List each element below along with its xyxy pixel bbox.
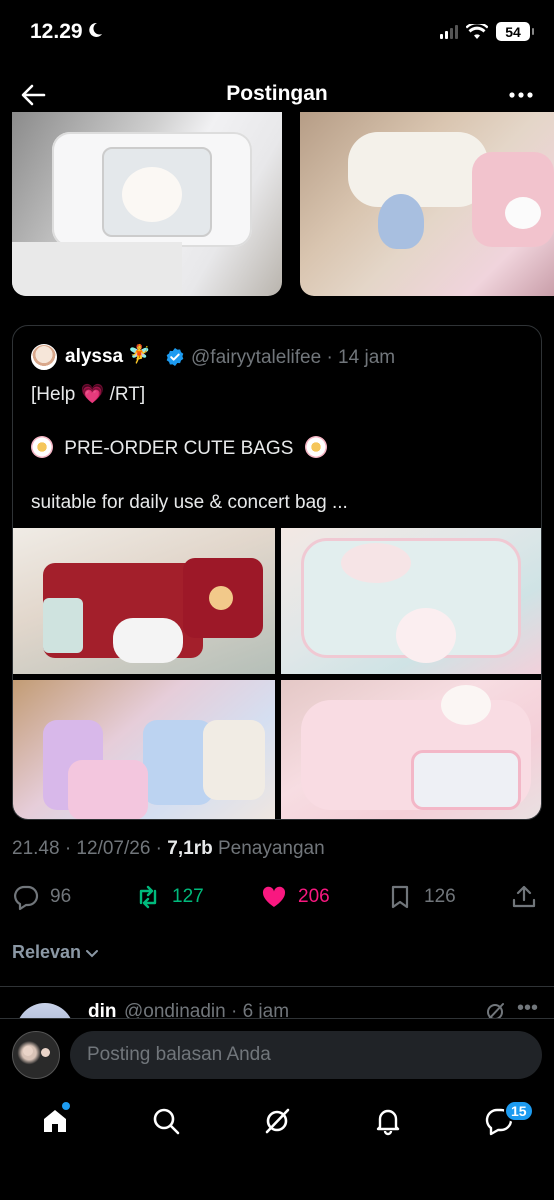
page-title: Postingan xyxy=(226,82,328,105)
quoted-media-grid xyxy=(13,528,541,819)
reply-action[interactable]: 96 xyxy=(12,883,71,911)
home-notification-dot xyxy=(62,1102,70,1110)
chevron-down-icon xyxy=(86,949,99,957)
bell-icon xyxy=(376,1109,400,1136)
quoted-author-handle: @fairyytalelifee · 14 jam xyxy=(191,347,396,368)
sort-label: Relevan xyxy=(12,942,82,962)
tab-home[interactable] xyxy=(40,1106,72,1138)
fairy-emoji: 🧚 xyxy=(128,344,151,364)
flower-emoji xyxy=(304,436,327,458)
share-icon xyxy=(512,885,536,908)
search-icon xyxy=(153,1108,180,1135)
current-user-avatar[interactable] xyxy=(12,1031,60,1079)
bottom-tab-bar: 15 xyxy=(0,1092,554,1200)
share-action[interactable] xyxy=(510,883,538,911)
cellular-signal-icon xyxy=(440,24,458,39)
like-action[interactable]: 206 xyxy=(260,883,330,911)
status-time: 12.29 xyxy=(30,20,103,44)
more-options-button[interactable] xyxy=(506,80,536,110)
repost-icon xyxy=(139,885,157,909)
views-count: 7,1rb xyxy=(167,838,213,859)
post-photo-1[interactable] xyxy=(12,112,282,296)
quoted-photo-2[interactable] xyxy=(281,528,541,674)
reply-input[interactable] xyxy=(70,1031,542,1079)
line1-suffix: /RT] xyxy=(104,384,146,405)
post-photo-2[interactable] xyxy=(300,112,554,296)
repost-action[interactable]: 127 xyxy=(134,883,204,911)
preorder-text: PRE-ORDER CUTE BAGS xyxy=(64,438,294,459)
views-label: Penayangan xyxy=(212,838,325,859)
quoted-text-line-2: PRE-ORDER CUTE BAGS xyxy=(31,436,327,460)
quoted-text-line-3: suitable for daily use & concert bag ... xyxy=(31,492,348,513)
more-horizontal-icon xyxy=(509,92,533,98)
post-meta: 21.48 · 12/07/26 · 7,1rb Penayangan xyxy=(12,838,325,860)
grok-icon xyxy=(265,1108,290,1134)
quoted-author-avatar[interactable] xyxy=(31,344,57,370)
messages-badge: 15 xyxy=(504,1100,534,1122)
like-count: 206 xyxy=(298,886,330,907)
bookmark-count: 126 xyxy=(424,886,456,907)
status-icons: 54 xyxy=(440,22,534,41)
reply-bubble-icon xyxy=(14,885,39,911)
reply-composer xyxy=(0,1018,554,1092)
post-timestamp: 21.48 · 12/07/26 · xyxy=(12,838,168,859)
quoted-author-name[interactable]: alyssa xyxy=(65,346,123,368)
pink-heart-emoji: 💗 xyxy=(80,384,105,405)
bookmark-action[interactable]: 126 xyxy=(386,883,456,911)
reply-sort-dropdown[interactable]: Relevan xyxy=(12,942,99,963)
quoted-photo-1[interactable] xyxy=(13,528,275,674)
quoted-text-line-1: [Help 💗 /RT] xyxy=(31,382,145,406)
line1-prefix: [Help xyxy=(31,384,81,405)
flower-emoji xyxy=(31,436,53,458)
battery-indicator: 54 xyxy=(496,22,534,41)
status-bar: 12.29 54 xyxy=(0,0,554,66)
bookmark-icon xyxy=(391,885,409,909)
quoted-photo-4[interactable] xyxy=(281,680,541,819)
reply-count: 96 xyxy=(50,886,72,907)
tab-search[interactable] xyxy=(151,1106,183,1138)
clock-text: 12.29 xyxy=(30,20,83,43)
repost-count: 127 xyxy=(172,886,204,907)
wifi-icon xyxy=(466,23,488,39)
post-actions: 96 127 206 126 xyxy=(0,875,554,919)
verified-badge-icon xyxy=(166,348,184,366)
moon-icon xyxy=(87,20,103,44)
reply-more-icon[interactable]: ••• xyxy=(517,997,538,1020)
quoted-photo-3[interactable] xyxy=(13,680,275,819)
tab-notifications[interactable] xyxy=(373,1106,405,1138)
quoted-post-card[interactable]: alyssa 🧚 @fairyytalelifee · 14 jam [Help… xyxy=(12,325,542,820)
heart-filled-icon xyxy=(262,886,286,907)
tab-grok[interactable] xyxy=(262,1106,294,1138)
home-icon xyxy=(44,1110,66,1132)
